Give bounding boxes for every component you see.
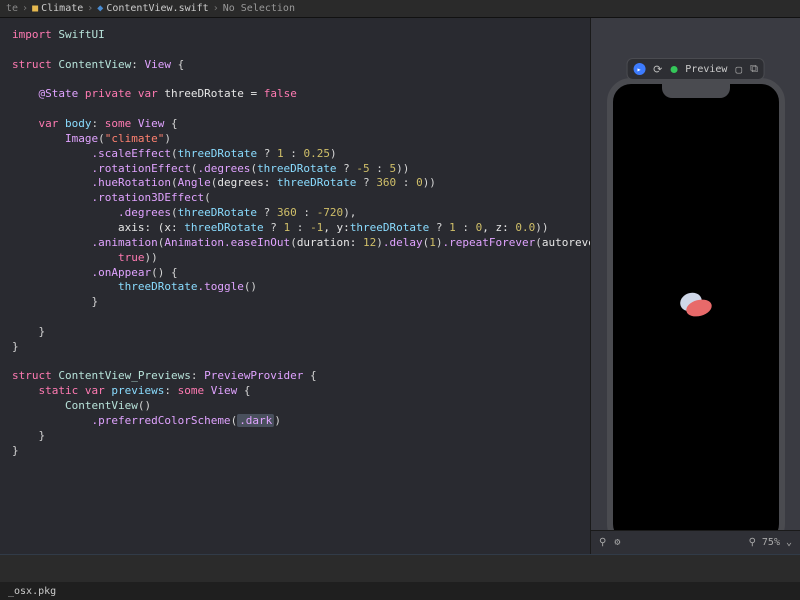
- preview-canvas: ▸ ⟳ Preview ▢ ⧉ ⚲ ⚙ ⚲ 75%: [590, 18, 800, 554]
- live-preview-button[interactable]: ▸: [633, 63, 645, 75]
- zoom-level[interactable]: 75%: [762, 537, 780, 548]
- preview-label: Preview: [685, 64, 727, 75]
- preview-footer: ⚲ ⚙ ⚲ 75% ⌄: [591, 530, 800, 554]
- breadcrumb-project[interactable]: Climate: [41, 3, 83, 14]
- chevron-right-icon: ›: [87, 3, 93, 14]
- breadcrumb-file[interactable]: ContentView.swift: [106, 3, 208, 14]
- device-frame: [607, 78, 785, 548]
- preview-toolbar[interactable]: ▸ ⟳ Preview ▢ ⧉: [626, 58, 765, 80]
- swift-file-icon: ◆: [97, 3, 103, 14]
- download-bar[interactable]: _osx.pkg: [0, 582, 800, 600]
- status-indicator: [670, 66, 677, 73]
- editor-footer-bar: [0, 554, 800, 582]
- settings-icon[interactable]: ⚙: [614, 537, 620, 548]
- main-split: import SwiftUI struct ContentView: View …: [0, 18, 800, 554]
- breadcrumb-selection: No Selection: [223, 3, 295, 14]
- breadcrumb-bar[interactable]: te › ■ Climate › ◆ ContentView.swift › N…: [0, 0, 800, 18]
- pin-icon[interactable]: ⚲: [599, 537, 606, 548]
- code-editor[interactable]: import SwiftUI struct ContentView: View …: [0, 18, 590, 554]
- chevron-right-icon: ›: [213, 3, 219, 14]
- device-notch: [662, 84, 730, 98]
- refresh-icon[interactable]: ⟳: [653, 63, 662, 76]
- zoom-menu-icon[interactable]: ⌄: [786, 537, 792, 548]
- breadcrumb-root: te: [6, 3, 18, 14]
- animated-image: [680, 293, 712, 315]
- folder-icon: ■: [32, 3, 38, 14]
- zoom-icon[interactable]: ⚲: [749, 537, 756, 548]
- device-icon[interactable]: ▢: [735, 63, 742, 76]
- iphone-frame: [607, 78, 785, 548]
- chevron-right-icon: ›: [22, 3, 28, 14]
- duplicate-icon[interactable]: ⧉: [750, 62, 758, 76]
- download-filename: _osx.pkg: [8, 586, 56, 597]
